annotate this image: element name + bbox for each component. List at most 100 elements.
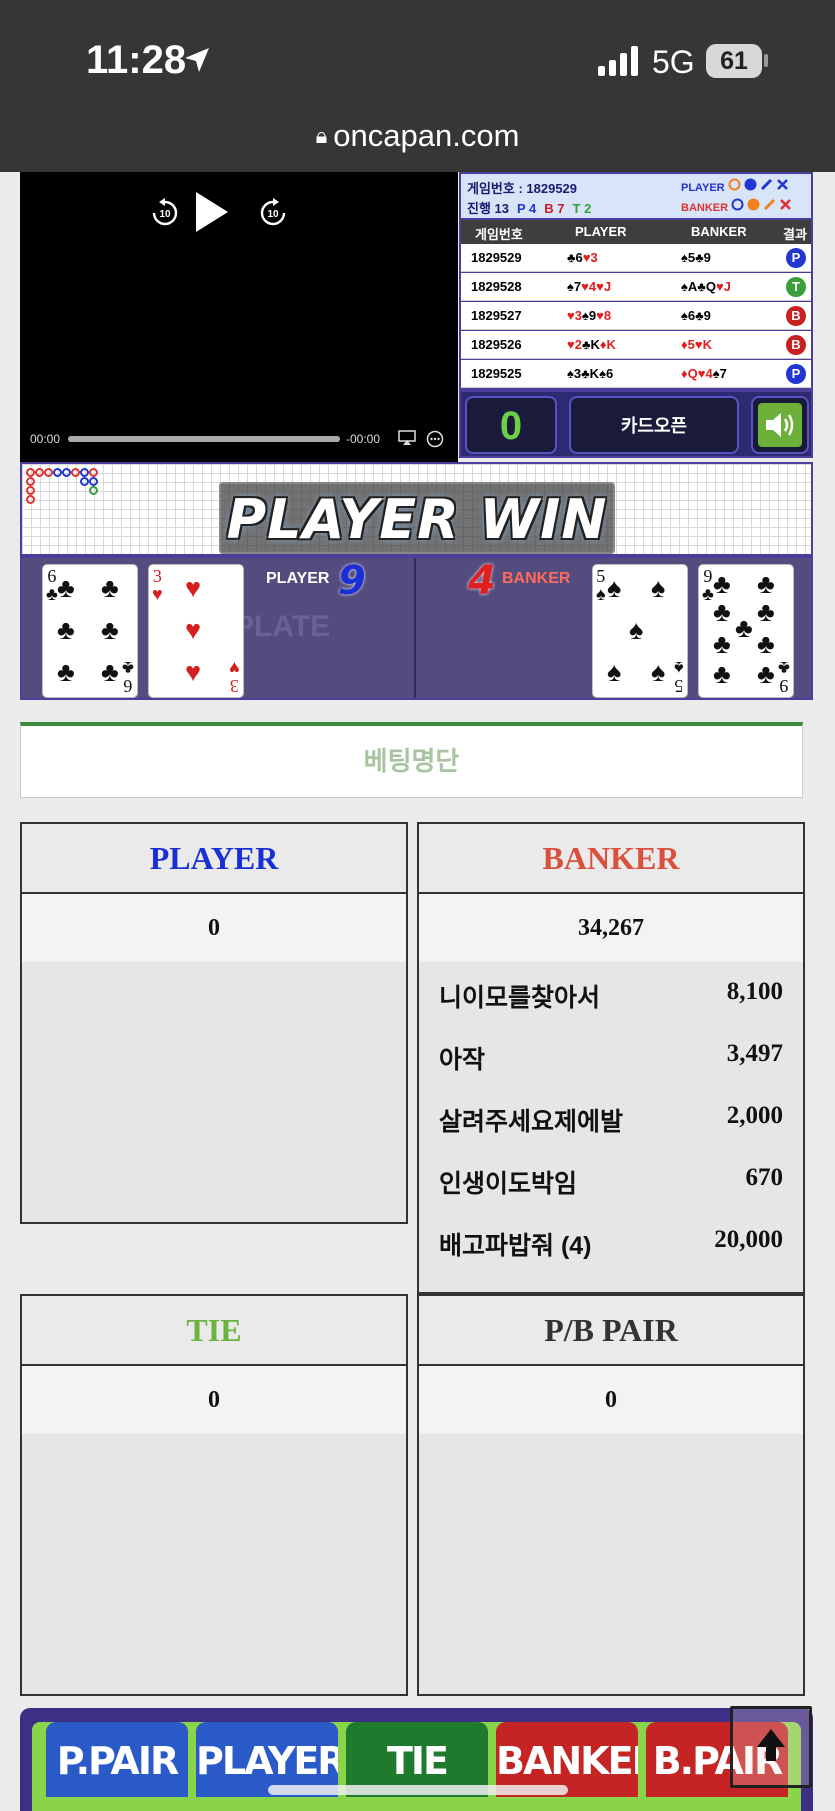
- video-current-time: 00:00: [30, 432, 61, 446]
- road-dot-player: [89, 477, 98, 486]
- card-glyph: ♥4: [697, 366, 713, 381]
- road-dot-banker: [44, 468, 53, 477]
- banker-card-9-clubs: 9 ♣ ♣ ♣ ♣ ♣ ♣ ♣ ♣ ♣ ♣ 9 ♣: [698, 564, 794, 698]
- list-item: 살려주세요제에발 2,000: [419, 1086, 803, 1148]
- card-glyph: ♥K: [694, 337, 712, 352]
- road-dot-player: [80, 477, 89, 486]
- skip-forward-icon[interactable]: 10: [258, 198, 288, 228]
- tie-count: T 2: [572, 201, 592, 216]
- table-row: 1829528 ♠7♥4♥J ♠A♣Q♥J T: [461, 273, 811, 301]
- video-progress-bar[interactable]: [68, 436, 340, 442]
- sound-button[interactable]: [751, 396, 809, 454]
- cross-icon: [776, 179, 788, 190]
- video-player[interactable]: 10 10 00:00 -00:00: [20, 172, 458, 462]
- ring-icon: [731, 198, 744, 211]
- address-bar[interactable]: 🔒︎ oncapan.com: [0, 118, 835, 154]
- road-dot-banker: [26, 468, 35, 477]
- table-row: 1829529 ♣6♥3 ♠5♣9 P: [461, 244, 811, 272]
- road-dot-player: [62, 468, 71, 477]
- result-badge: B: [786, 335, 806, 355]
- card-glyph: ♣9: [695, 250, 711, 265]
- plate-text: PLATE: [234, 610, 331, 643]
- bet-amount: 20,000: [714, 1226, 783, 1253]
- history-header: 게임번호 PLAYER BANKER 결과: [461, 220, 811, 244]
- banker-bet-title: BANKER: [419, 824, 803, 894]
- player-tag: PLAYER: [681, 182, 725, 194]
- arrow-up-icon: [757, 1729, 785, 1761]
- win-banner: PLAYER WIN: [219, 482, 615, 554]
- road-dot-banker: [26, 495, 35, 504]
- game-no-cell: 1829527: [471, 308, 522, 323]
- dot-icon: [744, 178, 757, 191]
- game-no-cell: 1829528: [471, 279, 522, 294]
- play-icon[interactable]: [192, 190, 232, 234]
- card-glyph: ♥8: [596, 308, 612, 323]
- card-glyph: ♠3: [567, 366, 582, 381]
- dot-icon: [747, 198, 760, 211]
- game-number: 게임번호 : 1829529: [467, 181, 578, 196]
- card-glyph: ♥4: [581, 279, 597, 294]
- tie-bet-total: 0: [22, 1366, 406, 1434]
- svg-text:10: 10: [159, 209, 171, 220]
- card-glyph: ♦Q: [681, 366, 698, 381]
- card-glyph: ♦5: [681, 337, 695, 352]
- road-dot-banker: [35, 468, 44, 477]
- bet-amount: 2,000: [726, 1102, 783, 1129]
- col-game-no: 게임번호: [475, 227, 523, 242]
- game-info-header: 게임번호 : 1829529 진행 13 P 4 B 7 T 2 PLAYER BAN…: [461, 174, 811, 218]
- counter-display: 0: [465, 396, 557, 454]
- banker-count: B 7: [544, 201, 565, 216]
- banker-hand-cell: ♠5♣9: [681, 250, 711, 265]
- pencil-icon: [760, 178, 772, 191]
- bettor-name: 살려주세요제에발: [439, 1108, 624, 1136]
- list-item: 배고파밥줘 (4) 20,000: [419, 1210, 803, 1272]
- card-glyph: ♣K: [581, 366, 600, 381]
- card-glyph: ♠7: [567, 279, 582, 294]
- player-bet-total: 0: [22, 894, 406, 962]
- bet-button-bar: P.PAIR PLAYER TIE BANKER B.PAIR: [20, 1708, 813, 1811]
- table-row: 1829525 ♠3♣K♠6 ♦Q♥4♠7 P: [461, 360, 811, 388]
- list-item: 아작 3,497: [419, 1024, 803, 1086]
- status-bar: 11:28 5G 61 🔒︎ oncapan.com: [0, 0, 835, 172]
- player-hand-cell: ♣6♥3: [567, 250, 598, 265]
- progress-count: 진행 13: [467, 201, 509, 216]
- list-item: 니이모를찾아서 8,100: [419, 962, 803, 1024]
- pencil-icon: [764, 198, 776, 211]
- url-text: oncapan.com: [333, 118, 520, 153]
- betting-list-header: 베팅명단: [20, 722, 803, 798]
- card-glyph: ♣Q: [697, 279, 716, 294]
- bet-ppair-button[interactable]: P.PAIR: [46, 1722, 188, 1797]
- result-badge: P: [786, 364, 806, 384]
- battery-cap: [764, 54, 768, 67]
- scroll-to-top-button[interactable]: [730, 1706, 812, 1788]
- banker-score: 4: [468, 558, 496, 604]
- banker-bet-list: 니이모를찾아서 8,100 아작 3,497 살려주세요제에발 2,000 인생이도박…: [419, 962, 803, 1272]
- pair-bet-title: P/B PAIR: [419, 1296, 803, 1366]
- player-hand-cell: ♠3♣K♠6: [567, 366, 613, 381]
- airplay-icon[interactable]: [398, 430, 416, 446]
- banker-bet-total: 34,267: [419, 894, 803, 962]
- player-card-6-clubs: 6 ♣ ♣ ♣ ♣ ♣ ♣ ♣ 6 ♣: [42, 564, 138, 698]
- clock: 11:28: [86, 38, 187, 82]
- player-hand-cell: ♥3♠9♥8: [567, 308, 611, 323]
- more-options-icon[interactable]: [426, 430, 444, 448]
- cross-icon: [780, 199, 792, 210]
- player-predict-row: PLAYER: [681, 178, 789, 194]
- card-glyph: ♠5: [681, 250, 696, 265]
- game-no-cell: 1829525: [471, 366, 522, 381]
- table-divider: [414, 558, 416, 698]
- skip-back-icon[interactable]: 10: [150, 198, 180, 228]
- card-glyph: ♥3: [567, 308, 582, 323]
- card-glyph: ♥2: [567, 337, 582, 352]
- bet-amount: 8,100: [726, 978, 783, 1005]
- location-arrow-icon: [185, 48, 209, 72]
- speaker-icon: [766, 413, 794, 437]
- ring-icon: [728, 178, 741, 191]
- road-dot-tie: [89, 486, 98, 495]
- control-row: 0 카드오픈: [461, 392, 811, 456]
- banker-hand-cell: ♠6♣9: [681, 308, 711, 323]
- player-bet-title: PLAYER: [22, 824, 406, 894]
- card-open-button[interactable]: 카드오픈: [569, 396, 739, 454]
- banker-hand-cell: ♠A♣Q♥J: [681, 279, 731, 294]
- card-glyph: ♥J: [596, 279, 612, 294]
